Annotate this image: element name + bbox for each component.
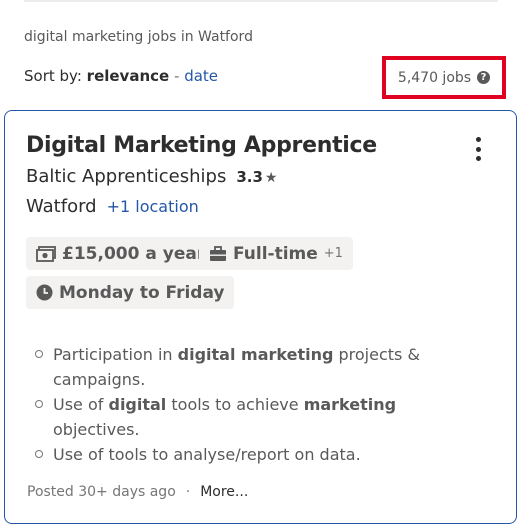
schedule-chip: Monday to Friday [26, 276, 235, 309]
more-link[interactable]: More... [200, 484, 248, 500]
job-count: 5,470 jobs [397, 69, 472, 86]
company-row: Baltic Apprenticeships 3.3 ★ [26, 166, 277, 187]
star-icon: ★ [264, 170, 278, 186]
sort-controls: Sort by: relevance - date [24, 67, 218, 85]
sort-relevance: relevance [86, 67, 170, 85]
salary-text: £15,000 a year [62, 243, 206, 264]
salary-chip: £15,000 a year [26, 237, 216, 270]
search-title: digital marketing jobs in Watford [24, 29, 253, 45]
sort-label: Sort by: [24, 67, 82, 85]
company-rating: 3.3 ★ [236, 166, 277, 187]
more-locations-link[interactable]: +1 location [107, 197, 199, 216]
job-type-text: Full-time [233, 243, 318, 264]
schedule-text: Monday to Friday [59, 282, 225, 303]
sort-separator: - [173, 67, 180, 85]
clock-icon [36, 284, 53, 301]
briefcase-icon [210, 245, 226, 261]
list-item: Use of digital tools to achieve marketin… [35, 392, 431, 442]
sort-by-date-link[interactable]: date [184, 67, 218, 85]
job-card[interactable]: Digital Marketing Apprentice Baltic Appr… [4, 110, 517, 524]
job-title[interactable]: Digital Marketing Apprentice [26, 133, 377, 158]
job-type-chip: Full-time +1 [199, 237, 353, 270]
company-name: Baltic Apprenticeships [26, 166, 227, 187]
footer-dot: · [185, 484, 191, 500]
list-item: Use of tools to analyse/report on data. [35, 442, 431, 467]
job-snippet-list: Participation in digital marketing proje… [31, 342, 431, 467]
more-options-icon[interactable] [468, 135, 488, 163]
salary-icon [36, 245, 56, 262]
list-item: Participation in digital marketing proje… [35, 342, 431, 392]
job-footer: Posted 30+ days ago · More... [27, 484, 248, 500]
rating-value: 3.3 [236, 168, 263, 186]
job-location: Watford [26, 196, 97, 217]
job-type-more: +1 [323, 246, 343, 261]
job-count-highlight: 5,470 jobs ? [382, 56, 506, 99]
question-circle-icon[interactable]: ? [477, 71, 491, 84]
location-row: Watford +1 location [26, 196, 199, 217]
posted-date: Posted 30+ days ago [27, 484, 176, 500]
top-divider [24, 0, 498, 2]
